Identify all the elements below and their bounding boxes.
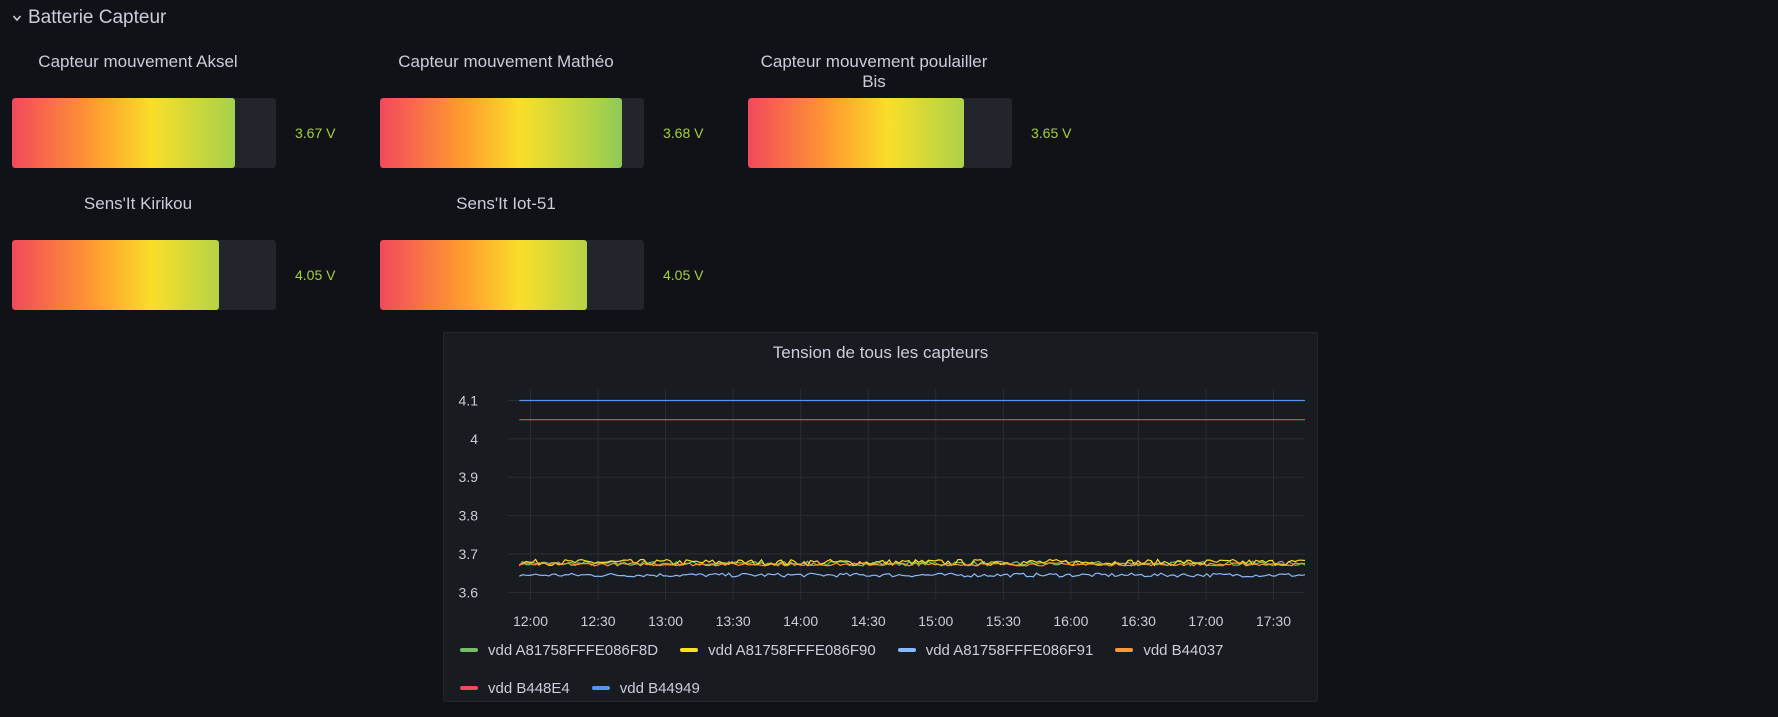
x-tick-label: 15:00 xyxy=(918,613,953,629)
x-tick-label: 12:30 xyxy=(581,613,616,629)
gauge-value: 3.68 V xyxy=(663,125,704,141)
legend-label: vdd A81758FFFE086F91 xyxy=(925,641,1094,659)
legend-item[interactable]: vdd A81758FFFE086F90 xyxy=(680,639,876,661)
gauge-value: 4.05 V xyxy=(663,267,704,283)
gauge-title: Sens'It Kirikou xyxy=(83,194,193,213)
x-tick-label: 14:30 xyxy=(851,613,886,629)
gauge-title: Capteur mouvement Aksel xyxy=(38,52,238,71)
gauge-value: 3.67 V xyxy=(295,125,336,141)
gauge-fill xyxy=(12,240,220,310)
legend-item[interactable]: vdd A81758FFFE086F91 xyxy=(897,639,1094,661)
y-tick-label: 3.6 xyxy=(459,584,479,600)
x-tick-label: 17:00 xyxy=(1188,613,1223,629)
gauge-track xyxy=(380,240,644,310)
legend-label: vdd A81758FFFE086F8D xyxy=(488,641,659,659)
gauge-title: Sens'It Iot-51 xyxy=(456,194,556,213)
gauge-fill xyxy=(380,240,588,310)
legend-swatch xyxy=(460,648,478,652)
x-tick-label: 14:00 xyxy=(783,613,818,629)
legend-swatch xyxy=(591,686,610,690)
gauge-value: 3.65 V xyxy=(1031,125,1072,141)
y-tick-label: 3.7 xyxy=(459,546,479,562)
chart-legend: vdd A81758FFFE086F8D vdd A81758FFFE086F90… xyxy=(460,639,1300,699)
gauge-panel-iot-51[interactable]: Sens'It Iot-51 4.05 V xyxy=(368,142,708,310)
y-tick-label: 3.8 xyxy=(459,508,479,524)
legend-label: vdd B448E4 xyxy=(488,679,570,697)
gauge-track xyxy=(748,98,1012,168)
x-tick-label: 15:30 xyxy=(986,613,1021,629)
gauge-panel-aksel[interactable]: Capteur mouvement Aksel 3.67 V xyxy=(0,0,340,168)
y-tick-label: 4 xyxy=(470,431,478,447)
x-tick-label: 16:00 xyxy=(1053,613,1088,629)
legend-label: vdd B44037 xyxy=(1143,641,1224,659)
line-chart: 3.6 3.7 3.8 3.9 4 4.1 12:00 12:30 13:00 13:30 14:0… xyxy=(459,389,1306,629)
legend-item[interactable]: vdd B44037 xyxy=(1115,639,1223,661)
y-tick-label: 3.9 xyxy=(459,469,479,485)
legend-swatch xyxy=(680,648,699,652)
gauge-title: Capteur mouvement Mathéo xyxy=(398,52,614,71)
gauge-value: 4.05 V xyxy=(295,267,336,283)
x-tick-label: 12:00 xyxy=(513,613,548,629)
gauge-panel-matheo[interactable]: Capteur mouvement Mathéo 3.68 V xyxy=(368,0,708,168)
x-tick-label: 13:30 xyxy=(716,613,751,629)
x-tick-label: 13:00 xyxy=(648,613,683,629)
timeseries-panel[interactable]: Tension de tous les capteurs 3.6 3.7 3.8 3.… xyxy=(443,332,1318,702)
legend-label: vdd A81758FFFE086F90 xyxy=(708,641,876,659)
x-tick-label: 17:30 xyxy=(1256,613,1291,629)
gauge-panel-poulailler-bis[interactable]: Capteur mouvement poulailler Bis 3.65 V xyxy=(736,0,1076,168)
legend-item[interactable]: vdd B448E4 xyxy=(460,677,570,699)
gauge-title: Capteur mouvement poulailler Bis xyxy=(760,52,988,91)
legend-swatch xyxy=(1115,648,1134,652)
series-line xyxy=(519,572,1306,578)
legend-swatch xyxy=(460,686,478,690)
legend-item[interactable]: vdd B44949 xyxy=(591,677,700,699)
gauge-track xyxy=(12,240,276,310)
legend-label: vdd B44949 xyxy=(619,679,700,697)
legend-item[interactable]: vdd A81758FFFE086F8D xyxy=(460,639,658,661)
gauge-fill xyxy=(748,98,965,168)
legend-swatch xyxy=(897,648,916,652)
x-tick-label: 16:30 xyxy=(1121,613,1156,629)
gauge-panel-kirikou[interactable]: Sens'It Kirikou 4.05 V xyxy=(0,142,340,310)
y-tick-label: 4.1 xyxy=(459,393,479,409)
